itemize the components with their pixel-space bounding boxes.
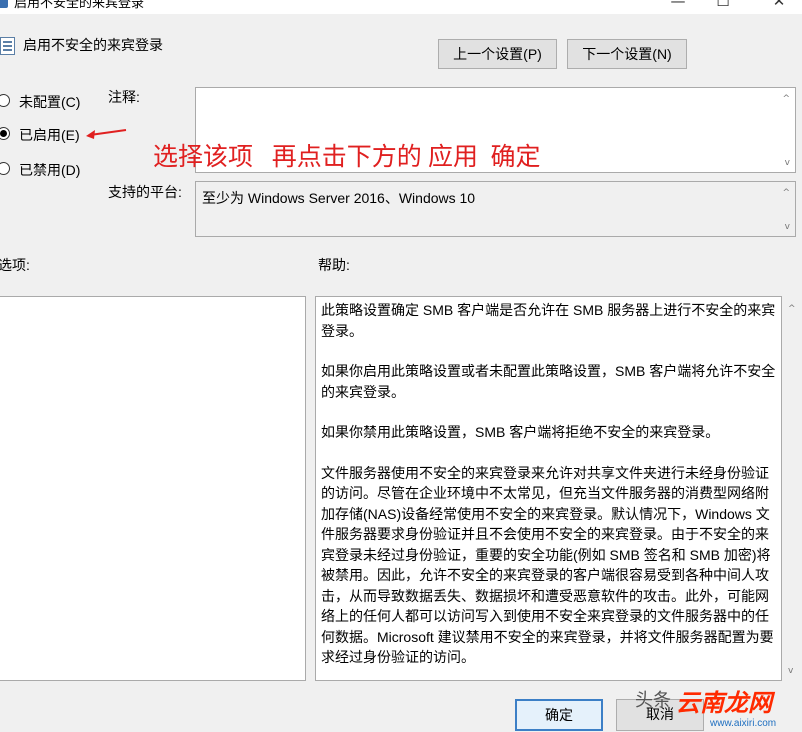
watermark-brand: 云南龙网 (676, 690, 772, 717)
ok-button[interactable]: 确定 (515, 699, 603, 731)
scroll-down-icon[interactable]: v (785, 158, 790, 168)
help-paragraph: 此策略设置确定 SMB 客户端是否允许在 SMB 服务器上进行不安全的来宾登录。 (321, 302, 776, 339)
scroll-up-icon[interactable]: ^ (782, 94, 790, 104)
help-panel[interactable]: 此策略设置确定 SMB 客户端是否允许在 SMB 服务器上进行不安全的来宾登录。… (315, 296, 782, 681)
watermark-prefix: 头条 (635, 690, 671, 710)
next-setting-button[interactable]: 下一个设置(N) (567, 39, 687, 69)
radio-label-enabled[interactable]: 已启用(E) (19, 125, 80, 145)
previous-setting-button[interactable]: 上一个设置(P) (438, 39, 557, 69)
help-paragraph: 如果你禁用此策略设置，SMB 客户端将拒绝不安全的来宾登录。 (321, 424, 720, 440)
options-label: 选项: (0, 257, 30, 273)
close-button[interactable]: ✕ (756, 0, 802, 12)
scroll-down-icon[interactable]: v (788, 666, 793, 676)
radio-label-not-configured[interactable]: 未配置(C) (19, 92, 80, 112)
platform-box: 至少为 Windows Server 2016、Windows 10 ^ v (195, 181, 796, 237)
options-panel[interactable] (0, 296, 306, 681)
maximize-button[interactable]: ☐ (700, 0, 746, 12)
help-text: 此策略设置确定 SMB 客户端是否允许在 SMB 服务器上进行不安全的来宾登录。… (321, 300, 776, 680)
help-paragraph: 文件服务器使用不安全的来宾登录来允许对共享文件夹进行未经身份验证的访问。尽管在企… (321, 464, 774, 666)
scroll-up-icon[interactable]: ^ (782, 188, 790, 198)
radio-not-configured[interactable] (0, 94, 10, 107)
help-paragraph: 如果你启用此策略设置或者未配置此策略设置，SMB 客户端将允许不安全的来宾登录。 (321, 363, 776, 400)
window-title: 启用不安全的来宾登录 (14, 0, 145, 10)
comment-label: 注释: (108, 89, 140, 105)
policy-setting-icon (0, 37, 15, 55)
radio-label-disabled[interactable]: 已禁用(D) (19, 160, 80, 180)
platform-value: 至少为 Windows Server 2016、Windows 10 (202, 190, 476, 206)
policy-title: 启用不安全的来宾登录 (23, 37, 163, 53)
platform-label: 支持的平台: (108, 184, 182, 200)
window-title-bar: 启用不安全的来宾登录 — ☐ ✕ (0, 0, 802, 14)
help-label: 帮助: (318, 257, 350, 273)
policy-window-icon (0, 0, 8, 8)
watermark-url: www.aixiri.com (710, 718, 777, 729)
instruction-annotation: 选择该项 再点击下方的 应用 确定 (153, 144, 541, 171)
radio-disabled[interactable] (0, 162, 10, 175)
minimize-button[interactable]: — (655, 0, 701, 12)
annotation-arrow-icon (86, 129, 127, 139)
scroll-down-icon[interactable]: v (785, 222, 790, 232)
scroll-up-icon[interactable]: ^ (788, 304, 796, 314)
radio-enabled[interactable] (0, 127, 10, 140)
